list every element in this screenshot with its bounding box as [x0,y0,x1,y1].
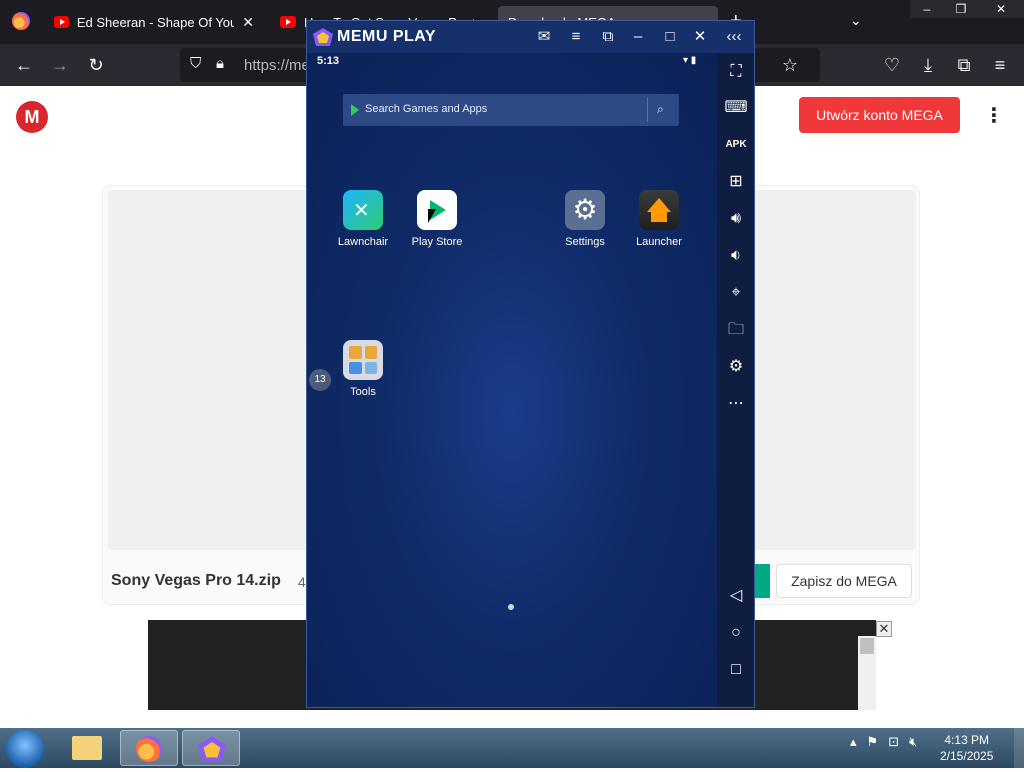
minimize-icon[interactable]: – [627,27,649,47]
tab-close-icon[interactable]: ✕ [242,14,254,31]
scrollbar-thumb[interactable] [860,638,874,654]
keyboard-icon[interactable]: ⌨ [723,95,749,121]
android-recents-icon[interactable]: □ [723,657,749,683]
file-size: 4 [298,574,306,590]
ad-close-icon[interactable]: ✕ [876,621,892,637]
settings-gear-icon[interactable]: ⚙ [723,354,749,380]
tab-youtube-ed-sheeran[interactable]: Ed Sheeran - Shape Of You (EAF ✕ [44,6,264,38]
kebab-menu-icon[interactable]: ⋮ [984,105,1004,127]
volume-muted-icon[interactable]: 🔇︎ [909,734,917,750]
memu-window: MEMU PLAY ✉ ≡ ⧉ – □ ✕ ‹‹‹ 5:13 ▾ ▮ Searc… [306,20,755,708]
page-indicator-dot [508,604,514,610]
android-home-screen[interactable]: 5:13 ▾ ▮ Search Games and Apps ⌕ Lawncha… [307,53,717,707]
android-home-icon[interactable]: ○ [723,620,749,646]
pocket-icon[interactable]: ♡ [880,54,904,76]
memu-title-bar[interactable]: MEMU PLAY ✉ ≡ ⧉ – □ ✕ ‹‹‹ [307,21,754,53]
start-button[interactable] [6,730,44,768]
maximize-icon[interactable]: □ [659,27,681,47]
mail-icon[interactable]: ✉ [533,27,555,47]
memu-logo-icon [313,28,333,46]
memu-taskbar-icon[interactable] [182,730,240,766]
search-games-bar[interactable]: Search Games and Apps ⌕ [343,94,679,126]
volume-up-icon[interactable]: 🔊︎ [723,206,749,232]
app-launcher[interactable]: Launcher [627,190,691,248]
mouse-cursor-icon [428,209,436,223]
screen-record-icon[interactable]: ⧉ [597,27,619,47]
more-icon[interactable]: ⋯ [723,391,749,417]
explorer-taskbar-icon[interactable] [58,730,116,766]
android-back-icon[interactable]: ◁ [723,583,749,609]
network-icon[interactable]: ⊡ [888,734,899,750]
app-lawnchair[interactable]: Lawnchair [331,190,395,248]
youtube-icon [280,16,296,28]
play-store-icon [417,190,457,230]
forward-arrow-icon[interactable]: → [48,54,72,76]
taskbar-clock[interactable]: 4:13 PM 2/15/2025 [940,732,993,764]
launcher-icon [639,190,679,230]
memu-brand: MEMU PLAY [337,28,437,45]
tray-expand-icon[interactable]: ▴ [850,734,857,750]
system-tray: ▴ ⚑ ⊡ 🔇︎ [850,734,917,750]
firefox-logo-icon [12,12,30,30]
tools-folder-icon [343,340,383,380]
restore-button[interactable]: ❐ [944,0,978,18]
app-tools-folder[interactable]: Tools [331,340,395,398]
memu-sidebar: ⛶ ⌨ APK ⊞ 🔊︎ 🔉︎ ⌖ 🗀 ⚙ ⋯ ◁ ○ □ [717,53,754,707]
play-icon [351,104,359,116]
back-arrow-icon[interactable]: ← [12,54,36,76]
close-icon[interactable]: ✕ [689,27,711,47]
chevron-down-icon[interactable]: ⌄ [850,12,862,29]
multi-instance-icon[interactable]: ⊞ [723,169,749,195]
show-desktop-button[interactable] [1014,728,1024,768]
fullscreen-icon[interactable]: ⛶ [723,59,749,85]
wifi-battery-icon: ▾ ▮ [683,55,697,66]
mega-logo-icon[interactable]: M [16,101,48,133]
lock-icon[interactable]: 🔒︎ [216,55,224,72]
minimize-button[interactable]: – [910,0,944,18]
close-button[interactable]: ✕ [978,0,1024,18]
hamburger-menu-icon[interactable]: ≡ [565,27,587,47]
create-account-button[interactable]: Utwórz konto MEGA [799,97,960,133]
save-to-mega-button[interactable]: Zapisz do MEGA [776,564,912,598]
file-name: Sony Vegas Pro 14.zip [111,572,281,589]
app-play-store[interactable]: Play Store [405,190,469,248]
lawnchair-icon [343,190,383,230]
menu-icon[interactable]: ≡ [988,54,1012,76]
app-settings[interactable]: ⚙ Settings [553,190,617,248]
notification-badge[interactable]: 13 [309,369,331,391]
youtube-icon [54,16,69,28]
firefox-taskbar-icon[interactable] [120,730,178,766]
ad-scrollbar[interactable] [858,636,876,710]
status-time: 5:13 [317,55,340,67]
downloads-icon[interactable]: ⤓ [916,54,940,76]
shield-icon[interactable]: ⛉ [190,55,201,72]
location-icon[interactable]: ⌖ [723,280,749,306]
folder-icon[interactable]: 🗀 [723,317,749,343]
apk-install-icon[interactable]: APK [723,132,749,158]
collapse-sidebar-icon[interactable]: ‹‹‹ [723,27,745,47]
volume-down-icon[interactable]: 🔉︎ [723,243,749,269]
search-icon[interactable]: ⌕ [657,102,664,117]
settings-icon: ⚙ [565,190,605,230]
action-center-icon[interactable]: ⚑ [867,734,879,750]
extensions-icon[interactable]: ⧉ [952,54,976,76]
window-controls: – ❐ ✕ [910,0,1024,18]
reload-icon[interactable]: ↻ [84,54,108,76]
bookmark-star-icon[interactable]: ☆ [778,54,802,76]
